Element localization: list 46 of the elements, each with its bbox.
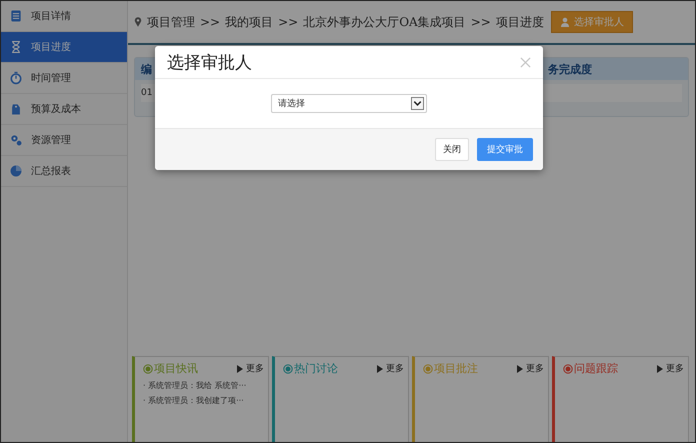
triangle-icon: [657, 364, 663, 372]
bullet-icon: [143, 364, 153, 374]
breadcrumb-link[interactable]: 项目管理: [147, 14, 195, 30]
dialog-title: 选择审批人: [167, 52, 252, 74]
stopwatch-icon: [9, 71, 23, 85]
close-icon[interactable]: [520, 56, 531, 68]
location-pin-icon: [134, 16, 142, 28]
breadcrumb-link[interactable]: 我的项目: [225, 14, 274, 30]
gears-icon: [9, 133, 23, 147]
caret-icon: [411, 97, 424, 110]
breadcrumb-separator: >>: [200, 15, 220, 29]
column-header: 编: [141, 62, 152, 76]
triangle-icon: [517, 364, 523, 372]
news-item[interactable]: · 系统管理员：我给 系统管···: [143, 380, 264, 391]
more-link[interactable]: 更多: [657, 362, 684, 375]
sidebar-item[interactable]: 资源管理: [1, 125, 127, 156]
bullet-icon: [423, 364, 433, 374]
user-icon: [560, 17, 570, 27]
panel-title: 热门讨论: [294, 361, 339, 376]
breadcrumb-link[interactable]: 北京外事办公大厅OA集成项目: [303, 14, 466, 30]
sidebar-item[interactable]: 时间管理: [1, 63, 127, 94]
triangle-icon: [237, 364, 243, 372]
sidebar-item[interactable]: 汇总报表: [1, 156, 127, 187]
sidebar-item[interactable]: 预算及成本: [1, 94, 127, 125]
column-header: 务完成度: [548, 62, 592, 76]
more-link[interactable]: 更多: [517, 362, 544, 375]
panel-title: 项目快讯: [154, 361, 199, 376]
sidebar-item[interactable]: 项目进度: [1, 32, 127, 63]
submit-button[interactable]: 提交审批: [477, 138, 533, 161]
breadcrumb-separator: >>: [278, 15, 298, 29]
panel-title: 问题跟踪: [574, 361, 619, 376]
table-cell: 01: [141, 88, 152, 98]
news-item[interactable]: · 系统管理员：我创建了项···: [143, 395, 264, 406]
hourglass-icon: [9, 40, 23, 54]
breadcrumb-separator: >>: [470, 15, 491, 29]
more-link[interactable]: 更多: [237, 362, 264, 375]
tag-icon: [9, 102, 23, 116]
more-link[interactable]: 更多: [377, 362, 404, 375]
pie-chart-icon: [9, 164, 23, 178]
bullet-icon: [283, 364, 293, 374]
approver-select[interactable]: 请选择: [271, 94, 427, 113]
close-button[interactable]: 关闭: [435, 138, 469, 161]
triangle-icon: [377, 364, 383, 372]
list-icon: [9, 9, 23, 23]
bullet-icon: [563, 364, 573, 374]
panel-title: 项目批注: [434, 361, 479, 376]
